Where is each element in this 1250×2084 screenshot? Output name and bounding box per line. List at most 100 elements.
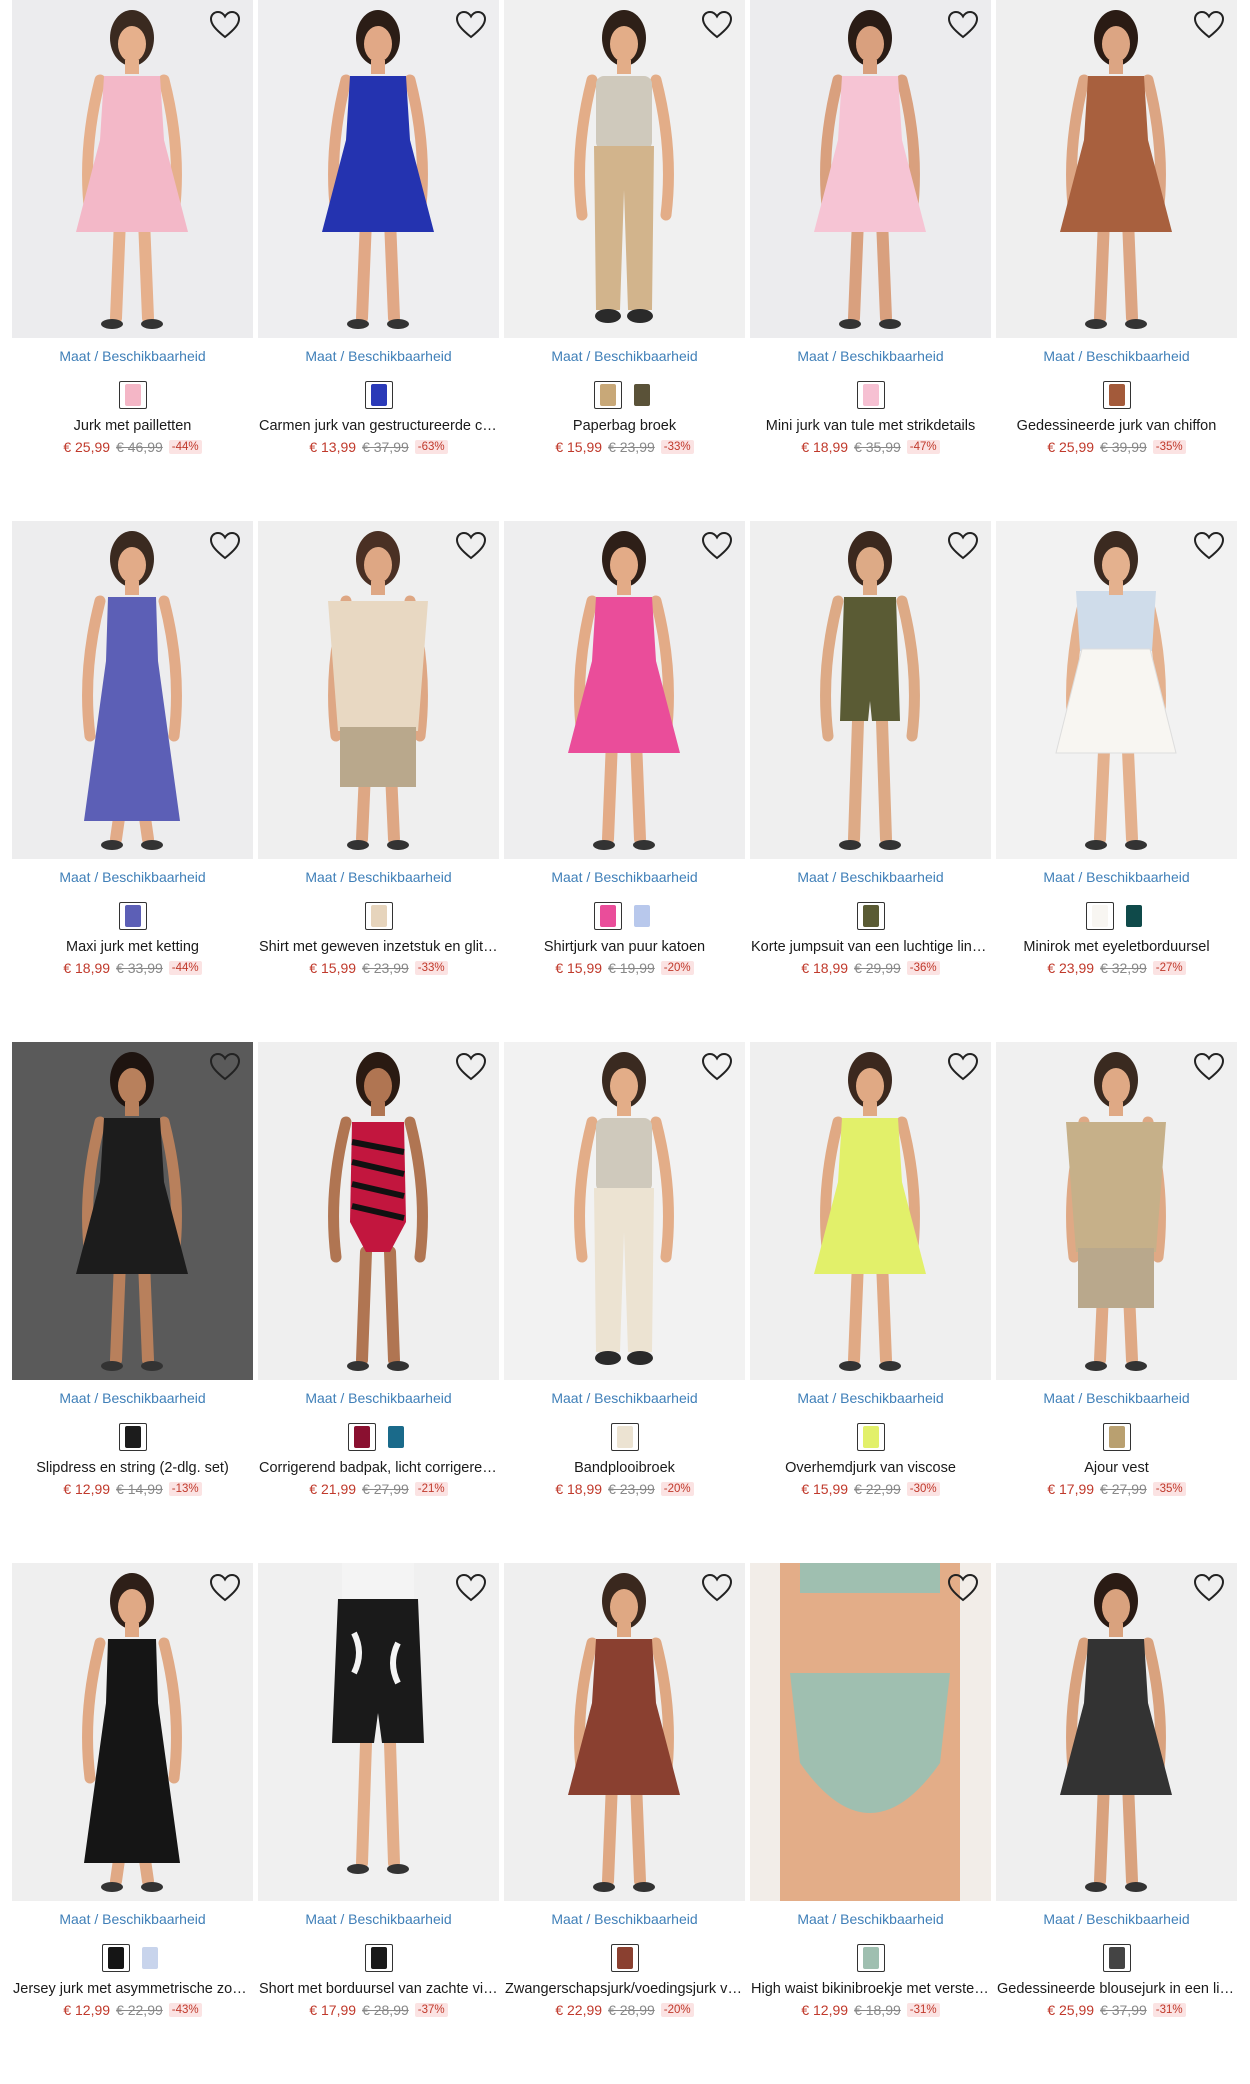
heart-icon[interactable] (1193, 1573, 1225, 1603)
size-availability-link[interactable]: Maat / Beschikbaarheid (750, 869, 991, 887)
product-name[interactable]: Gedessineerde blousejurk in een lichte k… (996, 1981, 1237, 2001)
product-name[interactable]: Shirt met geweven inzetstuk en glitter (258, 939, 499, 959)
color-swatch[interactable] (347, 1423, 376, 1451)
product-card[interactable]: Maat / Beschikbaarheid Shirtjurk van puur… (504, 521, 745, 1042)
color-swatch[interactable] (856, 1944, 885, 1972)
color-swatch[interactable] (593, 902, 622, 930)
heart-icon[interactable] (947, 1052, 979, 1082)
product-card[interactable]: Maat / Beschikbaarheid Carmen jurk van ge… (258, 0, 499, 521)
product-card[interactable]: Maat / Beschikbaarheid Shirt met geweven … (258, 521, 499, 1042)
color-swatch[interactable] (1119, 902, 1148, 930)
product-image[interactable] (258, 1563, 499, 1901)
product-name[interactable]: Jurk met pailletten (12, 418, 253, 438)
color-swatch[interactable] (856, 381, 885, 409)
color-swatch[interactable] (364, 381, 393, 409)
heart-icon[interactable] (1193, 531, 1225, 561)
product-card[interactable]: Maat / Beschikbaarheid Gedessineerde blou… (996, 1563, 1237, 2084)
product-image[interactable] (258, 1042, 499, 1380)
product-image[interactable] (504, 521, 745, 859)
size-availability-link[interactable]: Maat / Beschikbaarheid (12, 348, 253, 366)
product-card[interactable]: Maat / Beschikbaarheid Overhemdjurk van v… (750, 1042, 991, 1563)
color-swatch[interactable] (135, 1944, 164, 1972)
product-card[interactable]: Maat / Beschikbaarheid Bandplooibroek € 18… (504, 1042, 745, 1563)
product-card[interactable]: Maat / Beschikbaarheid Gedessineerde jurk… (996, 0, 1237, 521)
product-image[interactable] (750, 1042, 991, 1380)
product-name[interactable]: Corrigerend badpak, licht corrigerend (258, 1460, 499, 1480)
product-image[interactable] (996, 521, 1237, 859)
size-availability-link[interactable]: Maat / Beschikbaarheid (504, 348, 745, 366)
product-card[interactable]: Maat / Beschikbaarheid Ajour vest € 17,99 €… (996, 1042, 1237, 1563)
product-image[interactable] (12, 1563, 253, 1901)
heart-icon[interactable] (701, 1052, 733, 1082)
product-name[interactable]: Gedessineerde jurk van chiffon (996, 418, 1237, 438)
color-swatch[interactable] (610, 1944, 639, 1972)
product-image[interactable] (750, 0, 991, 338)
heart-icon[interactable] (701, 531, 733, 561)
size-availability-link[interactable]: Maat / Beschikbaarheid (504, 869, 745, 887)
color-swatch[interactable] (118, 381, 147, 409)
color-swatch[interactable] (627, 902, 656, 930)
color-swatch[interactable] (593, 381, 622, 409)
product-card[interactable]: Maat / Beschikbaarheid Corrigerend badpak… (258, 1042, 499, 1563)
heart-icon[interactable] (701, 10, 733, 40)
size-availability-link[interactable]: Maat / Beschikbaarheid (258, 1911, 499, 1929)
heart-icon[interactable] (701, 1573, 733, 1603)
color-swatch[interactable] (1085, 902, 1114, 930)
product-name[interactable]: Zwangerschapsjurk/voedingsjurk van visco… (504, 1981, 745, 2001)
product-card[interactable]: Maat / Beschikbaarheid Minirok met eyelet… (996, 521, 1237, 1042)
color-swatch[interactable] (101, 1944, 130, 1972)
product-name[interactable]: Minirok met eyeletborduursel (996, 939, 1237, 959)
size-availability-link[interactable]: Maat / Beschikbaarheid (504, 1911, 745, 1929)
size-availability-link[interactable]: Maat / Beschikbaarheid (258, 1390, 499, 1408)
size-availability-link[interactable]: Maat / Beschikbaarheid (12, 1911, 253, 1929)
color-swatch[interactable] (627, 381, 656, 409)
product-card[interactable]: Maat / Beschikbaarheid Maxi jurk met kett… (12, 521, 253, 1042)
product-name[interactable]: Paperbag broek (504, 418, 745, 438)
heart-icon[interactable] (1193, 10, 1225, 40)
size-availability-link[interactable]: Maat / Beschikbaarheid (996, 1911, 1237, 1929)
product-card[interactable]: Maat / Beschikbaarheid Jurk met paillette… (12, 0, 253, 521)
color-swatch[interactable] (364, 1944, 393, 1972)
product-image[interactable] (12, 1042, 253, 1380)
color-swatch[interactable] (856, 1423, 885, 1451)
heart-icon[interactable] (209, 1052, 241, 1082)
product-name[interactable]: Maxi jurk met ketting (12, 939, 253, 959)
color-swatch[interactable] (381, 1423, 410, 1451)
product-name[interactable]: High waist bikinibroekje met verstevigen… (750, 1981, 991, 2001)
product-name[interactable]: Short met borduursel van zachte viscose (258, 1981, 499, 2001)
product-name[interactable]: Jersey jurk met asymmetrische zoom (12, 1981, 253, 2001)
color-swatch[interactable] (118, 1423, 147, 1451)
product-image[interactable] (258, 0, 499, 338)
product-image[interactable] (12, 521, 253, 859)
size-availability-link[interactable]: Maat / Beschikbaarheid (504, 1390, 745, 1408)
color-swatch[interactable] (118, 902, 147, 930)
heart-icon[interactable] (455, 531, 487, 561)
product-name[interactable]: Shirtjurk van puur katoen (504, 939, 745, 959)
size-availability-link[interactable]: Maat / Beschikbaarheid (750, 1390, 991, 1408)
product-image[interactable] (996, 1563, 1237, 1901)
size-availability-link[interactable]: Maat / Beschikbaarheid (12, 1390, 253, 1408)
product-image[interactable] (504, 0, 745, 338)
product-name[interactable]: Bandplooibroek (504, 1460, 745, 1480)
color-swatch[interactable] (1102, 1423, 1131, 1451)
product-card[interactable]: Maat / Beschikbaarheid Slipdress en strin… (12, 1042, 253, 1563)
heart-icon[interactable] (1193, 1052, 1225, 1082)
heart-icon[interactable] (455, 1573, 487, 1603)
heart-icon[interactable] (947, 531, 979, 561)
heart-icon[interactable] (209, 1573, 241, 1603)
size-availability-link[interactable]: Maat / Beschikbaarheid (996, 1390, 1237, 1408)
color-swatch[interactable] (364, 902, 393, 930)
product-card[interactable]: Maat / Beschikbaarheid Mini jurk van tule… (750, 0, 991, 521)
color-swatch[interactable] (1102, 381, 1131, 409)
size-availability-link[interactable]: Maat / Beschikbaarheid (996, 348, 1237, 366)
heart-icon[interactable] (209, 10, 241, 40)
product-card[interactable]: Maat / Beschikbaarheid Zwangerschapsjurk/… (504, 1563, 745, 2084)
product-image[interactable] (996, 1042, 1237, 1380)
color-swatch[interactable] (1102, 1944, 1131, 1972)
product-name[interactable]: Slipdress en string (2-dlg. set) (12, 1460, 253, 1480)
size-availability-link[interactable]: Maat / Beschikbaarheid (12, 869, 253, 887)
product-card[interactable]: Maat / Beschikbaarheid High waist bikinib… (750, 1563, 991, 2084)
product-card[interactable]: Maat / Beschikbaarheid Paperbag broek € 15… (504, 0, 745, 521)
product-image[interactable] (504, 1563, 745, 1901)
heart-icon[interactable] (947, 1573, 979, 1603)
